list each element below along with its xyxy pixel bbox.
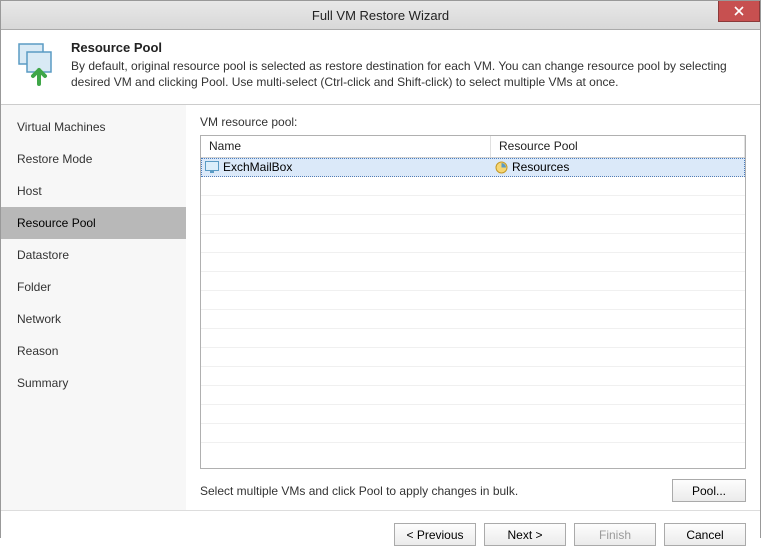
table-row [201, 310, 745, 329]
previous-button[interactable]: < Previous [394, 523, 476, 546]
page-description: By default, original resource pool is se… [71, 58, 748, 90]
titlebar: Full VM Restore Wizard [1, 1, 760, 30]
sidebar-item-host[interactable]: Host [1, 175, 186, 207]
table-row [201, 329, 745, 348]
sidebar-item-resource-pool[interactable]: Resource Pool [1, 207, 186, 239]
table-row [201, 424, 745, 443]
sidebar-item-reason[interactable]: Reason [1, 335, 186, 367]
wizard-header: Resource Pool By default, original resou… [1, 30, 760, 105]
sidebar-item-restore-mode[interactable]: Restore Mode [1, 143, 186, 175]
resource-pool-icon [13, 40, 61, 88]
cancel-button[interactable]: Cancel [664, 523, 746, 546]
table-row [201, 234, 745, 253]
grid-label: VM resource pool: [200, 115, 746, 129]
vm-name: ExchMailBox [223, 160, 292, 174]
close-icon [734, 6, 744, 16]
wizard-footer: < Previous Next > Finish Cancel [1, 510, 760, 558]
vm-icon [205, 161, 219, 173]
table-row [201, 405, 745, 424]
page-title: Resource Pool [71, 40, 748, 55]
table-row[interactable]: ExchMailBox Resources [201, 158, 745, 177]
sidebar-item-virtual-machines[interactable]: Virtual Machines [1, 111, 186, 143]
close-button[interactable] [718, 1, 760, 22]
sidebar-item-network[interactable]: Network [1, 303, 186, 335]
next-button[interactable]: Next > [484, 523, 566, 546]
sidebar-item-datastore[interactable]: Datastore [1, 239, 186, 271]
table-row [201, 196, 745, 215]
table-row [201, 367, 745, 386]
table-row [201, 386, 745, 405]
sidebar-item-summary[interactable]: Summary [1, 367, 186, 399]
table-row [201, 272, 745, 291]
main-panel: VM resource pool: Name Resource Pool Exc… [186, 105, 760, 510]
column-header-resource-pool[interactable]: Resource Pool [491, 136, 745, 157]
sidebar-item-folder[interactable]: Folder [1, 271, 186, 303]
table-row [201, 291, 745, 310]
bulk-hint: Select multiple VMs and click Pool to ap… [200, 484, 518, 498]
pool-button[interactable]: Pool... [672, 479, 746, 502]
resource-pool-small-icon [495, 161, 508, 174]
grid-header: Name Resource Pool [201, 136, 745, 158]
table-row [201, 177, 745, 196]
resource-pool-name: Resources [512, 160, 569, 174]
column-header-name[interactable]: Name [201, 136, 491, 157]
table-row [201, 348, 745, 367]
window-title: Full VM Restore Wizard [312, 8, 449, 23]
finish-button[interactable]: Finish [574, 523, 656, 546]
wizard-steps-sidebar: Virtual Machines Restore Mode Host Resou… [1, 105, 186, 510]
grid-body: ExchMailBox Resources [201, 158, 745, 468]
table-row [201, 253, 745, 272]
table-row [201, 215, 745, 234]
vm-resource-pool-grid[interactable]: Name Resource Pool ExchMailBox [200, 135, 746, 469]
